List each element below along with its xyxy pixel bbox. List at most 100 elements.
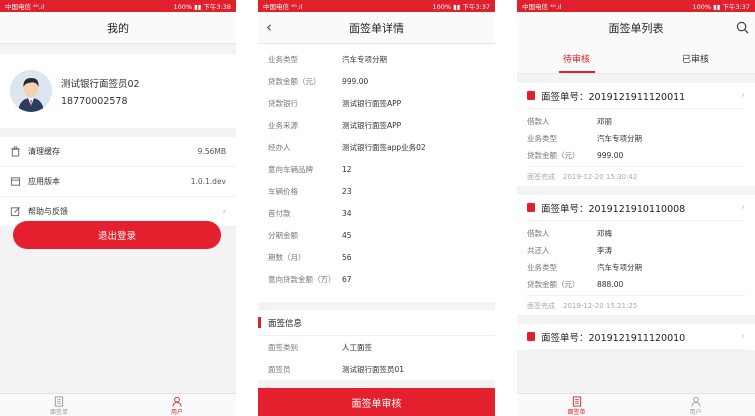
detail-value: 45 [342, 231, 352, 240]
detail-row: 面签类别 人工面签 [268, 336, 485, 358]
detail-value: 999.00 [342, 77, 369, 86]
list-item[interactable]: 面签单号：2019121910110008 › 借款人 邓梅 共还人 李涛 业务类型… [517, 195, 755, 315]
search-icon[interactable] [736, 21, 749, 34]
tab-user[interactable]: 用户 [118, 394, 236, 416]
edit-feedback-icon [10, 207, 20, 217]
tab-reviewed[interactable]: 已审核 [636, 44, 755, 73]
tab-label: 面签单 [49, 409, 68, 416]
detail-key: 经办人 [268, 143, 291, 152]
detail-row: 期数（月） 56 [268, 246, 485, 268]
detail-key: 车辆价格 [268, 187, 298, 196]
detail-key: 业务类型 [268, 55, 298, 64]
back-arrow-icon[interactable]: ‹ [266, 19, 272, 35]
user-icon [690, 396, 701, 407]
detail-value: 测试银行面签员01 [342, 365, 405, 374]
app-version-icon [10, 177, 21, 186]
tab-user[interactable]: 用户 [636, 394, 755, 416]
detail-key: 面签员 [268, 365, 291, 374]
settings-menu: 清理缓存 9.56MB 应用版本 1.0.1.dev 帮助与反馈 › [0, 137, 236, 227]
document-icon [572, 396, 581, 407]
carrier-text: 中国电信 ⁴ᴳ.ıl [5, 3, 45, 11]
list-item[interactable]: 面签单号：2019121911120010 › [517, 324, 755, 350]
card-key: 借款人 [527, 117, 550, 126]
list-screen: 中国电信 ⁴ᴳ.ıl 100% ▮▮ 下午3:37 面签单列表 待审核 已审核 … [517, 0, 755, 416]
menu-item-label: 帮助与反馈 [28, 207, 68, 216]
card-row: 业务类型 汽车专项分期 [527, 259, 745, 276]
page-title: 我的 [107, 21, 129, 35]
card-value: 邓梅 [597, 229, 612, 238]
menu-item-clear-cache[interactable]: 清理缓存 9.56MB [0, 137, 236, 167]
tab-documents[interactable]: 面签单 [0, 394, 118, 416]
detail-row: 业务类型 汽车专项分期 [268, 48, 485, 70]
detail-value: 23 [342, 187, 352, 196]
card-key: 贷款金额（元） [527, 280, 580, 289]
card-key: 业务类型 [527, 134, 557, 143]
detail-row: 分期金额 45 [268, 224, 485, 246]
menu-item-label: 清理缓存 [28, 147, 60, 156]
timestamp: 2019-12-20 15:30:42 [563, 172, 638, 181]
bottom-tab-bar: 面签单 用户 [517, 393, 755, 416]
avatar-icon [10, 70, 52, 112]
status-text: 面签完成 [527, 301, 555, 310]
card-value: 汽车专项分期 [597, 263, 642, 272]
detail-value: 34 [342, 209, 352, 218]
review-button[interactable]: 面签单审核 [258, 388, 495, 416]
chevron-right-icon: › [741, 331, 745, 342]
card-value: 999.00 [597, 151, 624, 160]
card-row: 借款人 邓丽 [527, 113, 745, 130]
list-item[interactable]: 面签单号：2019121911120011 › 借款人 邓丽 业务类型 汽车专项分期… [517, 83, 755, 186]
battery-time-text: 100% ▮▮ 下午3:37 [432, 3, 490, 11]
bottom-tab-bar: 面签单 用户 [0, 393, 236, 416]
status-tabs: 待审核 已审核 [517, 44, 755, 74]
card-value: 888.00 [597, 280, 624, 289]
order-number: 面签单号：2019121911120010 [541, 332, 686, 344]
card-key: 业务类型 [527, 263, 557, 272]
section-title: 面签信息 [268, 318, 303, 329]
card-row: 借款人 邓梅 [527, 225, 745, 242]
menu-item-app-version[interactable]: 应用版本 1.0.1.dev [0, 167, 236, 197]
detail-value: 测试银行面签APP [342, 121, 402, 130]
tab-label: 用户 [170, 409, 183, 416]
tab-documents[interactable]: 面签单 [517, 394, 636, 416]
interview-info-list: 面签类别 人工面签 面签员 测试银行面签员01 [258, 336, 495, 380]
profile-screen: 中国电信 ⁴ᴳ.ıl 100% ▮▮ 下午3:38 我的 测试银行面签员02 1… [0, 0, 236, 416]
order-number: 面签单号：2019121911120011 [541, 91, 686, 103]
detail-key: 业务来源 [268, 121, 298, 130]
detail-key: 期数（月） [268, 253, 306, 262]
detail-key: 面签类别 [268, 343, 298, 352]
detail-row: 首付款 34 [268, 202, 485, 224]
screens-container: 中国电信 ⁴ᴳ.ıl 100% ▮▮ 下午3:38 我的 测试银行面签员02 1… [0, 0, 755, 416]
detail-row: 业务来源 测试银行面签APP [268, 114, 485, 136]
card-row: 贷款金额（元） 999.00 [527, 147, 745, 164]
detail-key: 意向贷款金额（万） [268, 275, 336, 284]
status-text: 面签完成 [527, 172, 555, 181]
document-icon [527, 91, 535, 100]
status-bar: 中国电信 ⁴ᴳ.ıl 100% ▮▮ 下午3:37 [517, 0, 755, 12]
detail-key: 意向车辆品牌 [268, 165, 313, 174]
order-number: 面签单号：2019121910110008 [541, 203, 686, 215]
nav-bar: ‹ 面签单详情 [258, 12, 495, 44]
section-header: 面签信息 [258, 310, 495, 336]
page-title: 面签单详情 [349, 21, 404, 35]
detail-row: 经办人 测试银行面签app业务02 [268, 136, 485, 158]
card-row: 共还人 李涛 [527, 242, 745, 259]
app-version-value: 1.0.1.dev [190, 177, 226, 186]
detail-row: 面签员 测试银行面签员01 [268, 358, 485, 380]
card-value: 邓丽 [597, 117, 612, 126]
cache-size-value: 9.56MB [197, 147, 226, 156]
page-title: 面签单列表 [608, 22, 664, 35]
chevron-right-icon: › [741, 90, 745, 101]
card-key: 借款人 [527, 229, 550, 238]
tab-pending[interactable]: 待审核 [517, 44, 636, 73]
detail-key: 贷款银行 [268, 99, 298, 108]
detail-list: 业务类型 汽车专项分期 贷款金额（元） 999.00 贷款银行 测试银行面签APP 业… [258, 44, 495, 302]
avatar [10, 70, 52, 112]
timestamp: 2019-12-20 15:21:25 [563, 301, 638, 310]
document-icon [54, 396, 64, 407]
document-icon [527, 332, 535, 341]
detail-value: 测试银行面签APP [342, 99, 402, 108]
trash-icon [11, 146, 20, 157]
chevron-right-icon: › [741, 202, 745, 213]
logout-button[interactable]: 退出登录 [13, 221, 221, 249]
profile-card[interactable]: 测试银行面签员02 18770002578 [0, 54, 236, 128]
